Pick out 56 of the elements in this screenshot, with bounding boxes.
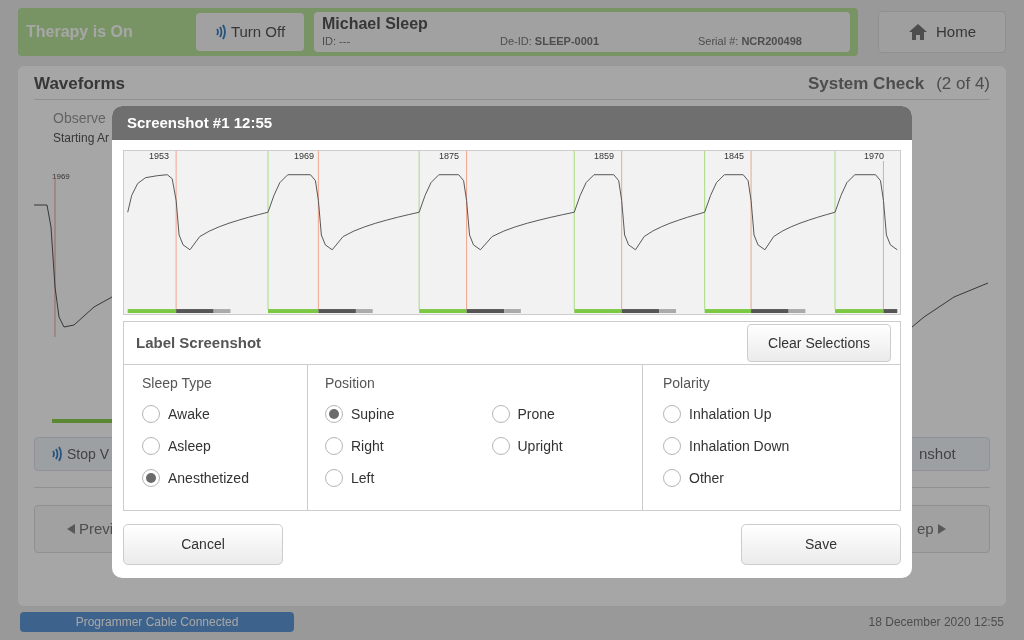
radio-button[interactable] — [325, 405, 343, 423]
breath-value-label: 1859 — [594, 151, 615, 161]
instruction-detail: Starting Ar — [53, 130, 110, 147]
signal-waves-icon — [214, 23, 227, 41]
dialog-title: Screenshot #1 12:55 — [127, 112, 273, 133]
right-triangle-icon — [937, 524, 946, 534]
patient-name: Michael Sleep — [322, 14, 429, 33]
radio-button[interactable] — [663, 405, 681, 423]
radio-button[interactable] — [142, 437, 160, 455]
home-button[interactable]: Home — [878, 11, 1006, 53]
radio-button[interactable] — [142, 469, 160, 487]
radio-button[interactable] — [491, 437, 510, 455]
save-button[interactable]: Save — [741, 524, 901, 565]
cancel-button[interactable]: Cancel — [123, 524, 283, 565]
therapy-status: Therapy is On — [26, 22, 134, 42]
date-time: 18 December 2020 12:55 — [868, 614, 1004, 631]
breath-value-label: 1969 — [294, 151, 315, 161]
radio-label: Supine — [351, 404, 395, 424]
step-count: (2 of 4) — [936, 72, 990, 95]
signal-waves-icon — [51, 445, 63, 463]
patient-id: ID: --- — [322, 33, 352, 49]
radio-button[interactable] — [491, 405, 510, 423]
step-title: System Check — [807, 72, 925, 95]
panel-title: Waveforms — [34, 72, 125, 95]
breath-value-label: 1953 — [149, 151, 170, 161]
group-title: Position — [325, 374, 376, 393]
section-title: Label Screenshot — [136, 332, 262, 353]
breath-value-label: 1969 — [52, 171, 70, 183]
radio-button[interactable] — [325, 437, 343, 455]
radio-label: Upright — [517, 436, 563, 456]
radio-label: Right — [351, 436, 384, 456]
left-triangle-icon — [67, 524, 75, 534]
breath-value-label: 1845 — [724, 151, 745, 161]
breath-value-label: 1875 — [439, 151, 460, 161]
radio-button[interactable] — [663, 437, 681, 455]
radio-label: Left — [351, 468, 375, 488]
radio-label: Awake — [168, 404, 210, 424]
radio-label: Inhalation Down — [689, 436, 790, 456]
radio-label: Other — [689, 468, 724, 488]
serial-number: Serial #: NCR200498 — [698, 33, 802, 49]
connection-status: Programmer Cable Connected — [20, 612, 294, 632]
radio-label: Anesthetized — [168, 468, 249, 488]
group-title: Polarity — [663, 374, 711, 393]
house-icon — [908, 23, 928, 41]
radio-button[interactable] — [325, 469, 343, 487]
turn-off-button[interactable]: Turn Off — [196, 13, 304, 51]
radio-label: Prone — [517, 404, 555, 424]
deid-text: De-ID: SLEEP-0001 — [500, 33, 601, 49]
radio-button[interactable] — [663, 469, 681, 487]
radio-label: Asleep — [168, 436, 211, 456]
instruction-text: Observe — [53, 109, 106, 128]
radio-button[interactable] — [142, 405, 160, 423]
breath-value-label: 1970 — [864, 151, 885, 161]
clear-selections-button[interactable]: Clear Selections — [747, 324, 891, 362]
radio-label: Inhalation Up — [689, 404, 772, 424]
group-title: Sleep Type — [142, 374, 213, 393]
